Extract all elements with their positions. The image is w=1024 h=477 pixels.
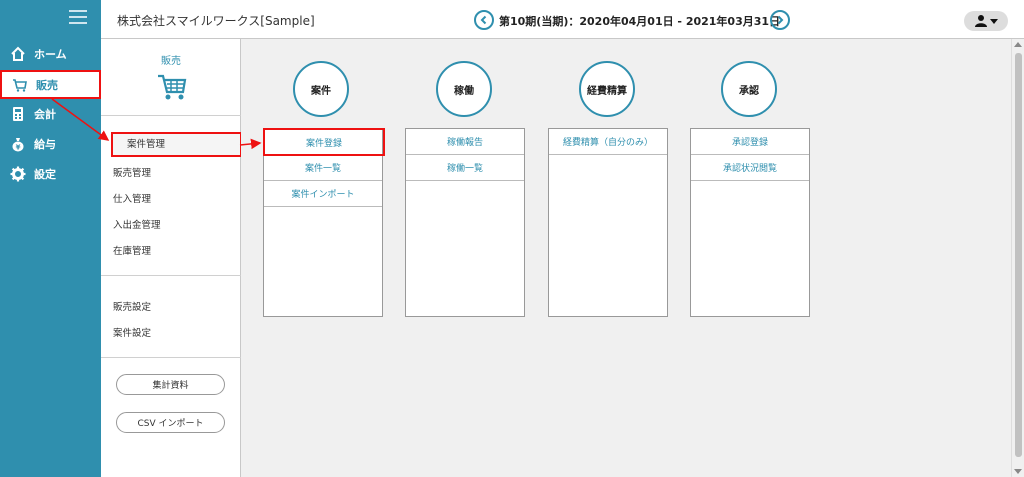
scroll-down-arrow-icon[interactable]	[1014, 469, 1022, 474]
card-expenses: 経費精算（自分のみ）	[548, 128, 668, 317]
nav-item-settings[interactable]: 設定	[0, 160, 101, 188]
nav-item-label: 販売	[36, 78, 58, 92]
cart-icon	[13, 78, 27, 92]
category-work: 稼働	[436, 61, 492, 117]
link-project-register[interactable]: 案件登録	[263, 128, 385, 156]
sub-link-project-management[interactable]: 案件管理	[111, 132, 242, 157]
sub-link-purchase-management[interactable]: 仕入管理	[113, 191, 151, 205]
main-nav: ホーム 販売 会計 ¥ 給与 設定	[0, 0, 101, 477]
sub-link-sales-settings[interactable]: 販売設定	[113, 299, 151, 313]
header: 株式会社スマイルワークス[Sample] 第10期(当期)：2020年04月01…	[101, 0, 1024, 39]
card-approval: 承認登録 承認状況閲覧	[690, 128, 810, 317]
nav-item-sales[interactable]: 販売	[0, 70, 101, 99]
category-expenses: 経費精算	[579, 61, 635, 117]
link-work-report[interactable]: 稼働報告	[406, 129, 524, 155]
scroll-up-arrow-icon[interactable]	[1014, 42, 1022, 47]
sub-sidebar-title: 販売	[161, 56, 181, 67]
home-icon	[11, 46, 25, 61]
money-bag-icon: ¥	[12, 138, 24, 152]
divider	[101, 115, 241, 116]
nav-item-payroll[interactable]: ¥ 給与	[0, 130, 101, 158]
link-expense-self[interactable]: 経費精算（自分のみ）	[549, 129, 667, 155]
link-project-list[interactable]: 案件一覧	[264, 155, 382, 181]
gear-icon	[10, 166, 26, 182]
csv-import-button[interactable]: CSV インポート	[116, 412, 225, 433]
fiscal-period: 第10期(当期)：2020年04月01日 - 2021年03月31日	[499, 15, 781, 28]
sub-link-sales-management[interactable]: 販売管理	[113, 165, 151, 179]
user-icon	[975, 15, 987, 27]
nav-item-label: ホーム	[34, 48, 67, 61]
link-approval-register[interactable]: 承認登録	[691, 129, 809, 155]
summary-report-button[interactable]: 集計資料	[116, 374, 225, 395]
hamburger-menu-icon[interactable]	[69, 10, 87, 24]
category-approval: 承認	[721, 61, 777, 117]
cart-icon	[158, 74, 187, 100]
divider	[101, 275, 241, 276]
caret-down-icon	[990, 19, 998, 24]
user-menu-button[interactable]	[964, 11, 1008, 31]
link-work-list[interactable]: 稼働一覧	[406, 155, 524, 181]
nav-item-label: 会計	[34, 108, 56, 121]
sub-link-project-settings[interactable]: 案件設定	[113, 325, 151, 339]
category-projects: 案件	[293, 61, 349, 117]
divider	[101, 357, 241, 358]
chevron-right-icon	[777, 15, 784, 25]
card-projects: 案件登録 案件一覧 案件インポート	[263, 128, 385, 317]
sub-link-inventory-management[interactable]: 在庫管理	[113, 243, 151, 257]
chevron-left-icon	[480, 15, 487, 25]
link-approval-status[interactable]: 承認状況閲覧	[691, 155, 809, 181]
svg-text:¥: ¥	[16, 144, 21, 152]
calculator-icon	[13, 107, 23, 121]
main-content: 案件 稼働 経費精算 承認 案件登録 案件一覧 案件インポート 稼働報告 稼働一…	[241, 39, 1011, 477]
next-period-button[interactable]	[770, 10, 790, 30]
nav-item-label: 設定	[34, 168, 56, 181]
nav-item-home[interactable]: ホーム	[0, 40, 101, 68]
nav-item-accounting[interactable]: 会計	[0, 100, 101, 128]
card-work: 稼働報告 稼働一覧	[405, 128, 525, 317]
vertical-scrollbar[interactable]	[1011, 39, 1024, 477]
scrollbar-thumb[interactable]	[1015, 53, 1022, 457]
prev-period-button[interactable]	[474, 10, 494, 30]
company-name: 株式会社スマイルワークス[Sample]	[117, 14, 315, 28]
sub-sidebar: 販売 案件管理 販売管理 仕入管理 入出金管理 在庫管理 販売設定 案件設定 集…	[101, 39, 242, 477]
sub-link-payment-management[interactable]: 入出金管理	[113, 217, 161, 231]
nav-item-label: 給与	[34, 138, 56, 151]
link-project-import[interactable]: 案件インポート	[264, 181, 382, 207]
